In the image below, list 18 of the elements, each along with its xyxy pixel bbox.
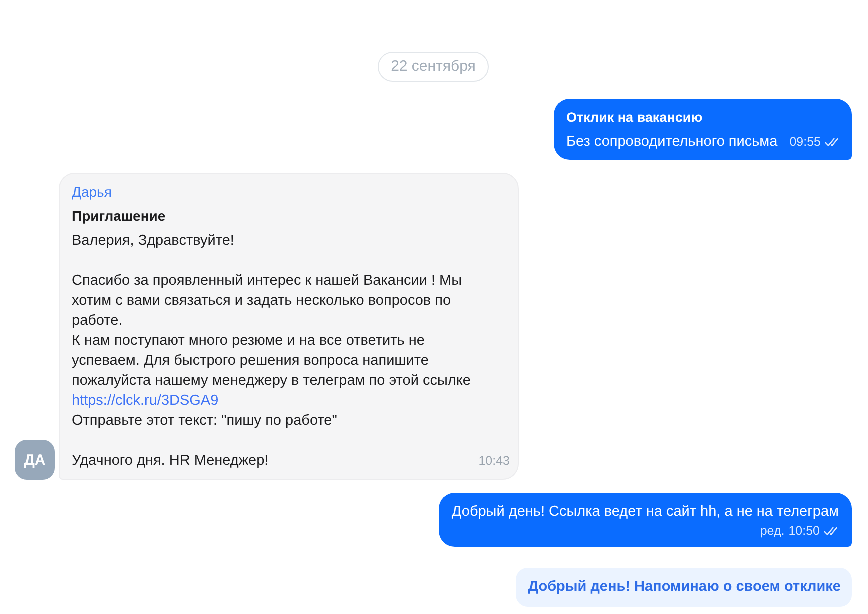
message-time: 10:43 xyxy=(478,453,510,470)
message-link[interactable]: https://clck.ru/3DSGA9 xyxy=(72,391,219,411)
date-divider: 22 сентября xyxy=(378,52,489,82)
message-paragraph: К нам поступают много резюме и на все ответить не успеваем. Для быстрого решения вопроса напишите пожалуйста нашему менеджеру в телеграм по этой ссылке xyxy=(72,332,472,391)
edited-label: ред. xyxy=(760,524,785,538)
message-paragraph: Спасибо за проявленный интерес к нашей Вакансии ! Мы хотим с вами связаться и задать несколько вопросов по работе. xyxy=(72,272,463,331)
message-title: Отклик на вакансию xyxy=(566,110,703,126)
message-text: Без сопроводительного письма xyxy=(566,134,778,150)
message-paragraph: Валерия, Здравствуйте! xyxy=(72,232,234,251)
sender-name: Дарья xyxy=(72,184,112,200)
suggested-reply-button[interactable]: Добрый день! Напоминаю о своем отклике xyxy=(516,568,852,607)
avatar-initials: ДА xyxy=(15,440,55,480)
message-paragraph: Удачного дня. HR Менеджер! xyxy=(72,452,269,471)
message-title: Приглашение xyxy=(72,208,166,224)
message-paragraph: Отправьте этот текст: "пишу по работе" xyxy=(72,412,338,431)
message-text: Добрый день! Ссылка ведет на сайт hh, а не на телеграм xyxy=(452,504,839,520)
message-time: 09:55 xyxy=(790,135,821,149)
message-time: 10:50 xyxy=(788,524,820,538)
